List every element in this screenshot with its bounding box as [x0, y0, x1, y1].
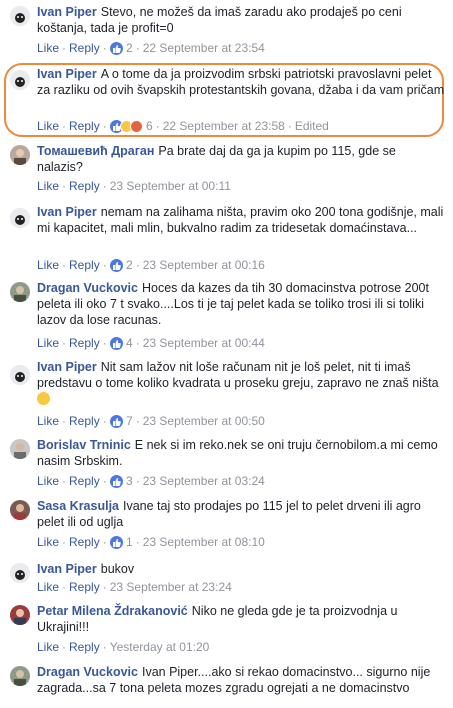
- like-link[interactable]: Like: [37, 640, 59, 654]
- thumbs-up-icon[interactable]: [109, 337, 123, 350]
- reaction-count[interactable]: 3: [126, 474, 133, 488]
- angry-icon[interactable]: [129, 120, 143, 133]
- thumbs-up-icon[interactable]: [109, 415, 123, 428]
- reply-link[interactable]: Reply: [69, 474, 100, 488]
- avatar[interactable]: [10, 500, 30, 520]
- thumbs-up-icon[interactable]: [109, 42, 123, 55]
- avatar[interactable]: [10, 208, 30, 228]
- reply-link[interactable]: Reply: [69, 41, 100, 55]
- comment-author[interactable]: Ivan Piper: [37, 360, 97, 374]
- avatar[interactable]: [10, 666, 30, 686]
- like-link[interactable]: Like: [37, 535, 59, 549]
- like-link[interactable]: Like: [37, 41, 59, 55]
- comment-author[interactable]: Томашевић Драган: [37, 144, 154, 158]
- edited-label[interactable]: Edited: [295, 119, 329, 133]
- comment-timestamp[interactable]: 22 September at 23:54: [143, 41, 265, 55]
- comment-timestamp[interactable]: 23 September at 00:50: [143, 414, 265, 428]
- like-link[interactable]: Like: [37, 336, 59, 350]
- reply-link[interactable]: Reply: [69, 119, 100, 133]
- reaction-count[interactable]: 2: [126, 258, 133, 272]
- comment-author[interactable]: Ivan Piper: [37, 205, 97, 219]
- comment-author[interactable]: Borislav Trninic: [37, 438, 131, 452]
- avatar[interactable]: [10, 563, 30, 583]
- reaction-count[interactable]: 6: [146, 119, 153, 133]
- reaction-count[interactable]: 1: [126, 535, 133, 549]
- reply-link[interactable]: Reply: [69, 258, 100, 272]
- reaction-count[interactable]: 2: [126, 41, 133, 55]
- comment-timestamp[interactable]: 23 September at 08:10: [143, 535, 265, 549]
- reply-link[interactable]: Reply: [69, 640, 100, 654]
- reply-link[interactable]: Reply: [69, 336, 100, 350]
- comment-timestamp[interactable]: 23 September at 00:16: [143, 258, 265, 272]
- avatar[interactable]: [10, 605, 30, 625]
- comment-author[interactable]: Ivan Piper: [37, 5, 97, 19]
- reaction-count[interactable]: 7: [126, 414, 133, 428]
- comment-author[interactable]: Sasa Krasulja: [37, 499, 119, 513]
- comment-text: A o tome da ja proizvodim srbski patriot…: [37, 67, 445, 97]
- avatar[interactable]: [10, 365, 30, 385]
- avatar[interactable]: [10, 145, 30, 165]
- avatar[interactable]: [10, 439, 30, 459]
- comment-timestamp[interactable]: 23 September at 03:24: [143, 474, 265, 488]
- comment-author[interactable]: Ivan Piper: [37, 67, 97, 81]
- comment-timestamp[interactable]: 23 September at 00:44: [143, 336, 265, 350]
- thumbs-up-icon[interactable]: [109, 536, 123, 549]
- thumbs-up-icon[interactable]: [109, 259, 123, 272]
- thumbs-up-icon[interactable]: [109, 475, 123, 488]
- like-link[interactable]: Like: [37, 258, 59, 272]
- comment-feed: Ivan Piper Stevo, ne možeš da imaš zaradu…: [0, 0, 453, 708]
- comment-timestamp[interactable]: 23 September at 00:11: [110, 179, 231, 193]
- like-link[interactable]: Like: [37, 414, 59, 428]
- like-link[interactable]: Like: [37, 474, 59, 488]
- like-link[interactable]: Like: [37, 119, 59, 133]
- reply-link[interactable]: Reply: [69, 580, 100, 594]
- smile-emoji-icon: [37, 392, 50, 405]
- reply-link[interactable]: Reply: [69, 179, 100, 193]
- reply-link[interactable]: Reply: [69, 414, 100, 428]
- comment-timestamp[interactable]: 22 September at 23:58: [163, 119, 285, 133]
- comment-author[interactable]: Petar Milena Ždrakanović: [37, 604, 188, 618]
- comment-author[interactable]: Ivan Piper: [37, 562, 97, 576]
- reaction-count[interactable]: 4: [126, 336, 133, 350]
- comment-text: Nit sam lažov nit loše računam nit je lo…: [37, 360, 439, 390]
- comment-text: bukov: [100, 562, 135, 576]
- comment-text: nemam na zalihama ništa, pravim oko 200 …: [37, 205, 444, 235]
- like-link[interactable]: Like: [37, 179, 59, 193]
- comment-timestamp[interactable]: Yesterday at 01:20: [110, 640, 210, 654]
- avatar[interactable]: [10, 6, 30, 26]
- reply-link[interactable]: Reply: [69, 535, 100, 549]
- avatar[interactable]: [10, 70, 30, 90]
- like-link[interactable]: Like: [37, 580, 59, 594]
- avatar[interactable]: [10, 282, 30, 302]
- comment-timestamp[interactable]: 23 September at 23:24: [110, 580, 232, 594]
- comment-author[interactable]: Dragan Vuckovic: [37, 665, 138, 679]
- comment-author[interactable]: Dragan Vuckovic: [37, 281, 138, 295]
